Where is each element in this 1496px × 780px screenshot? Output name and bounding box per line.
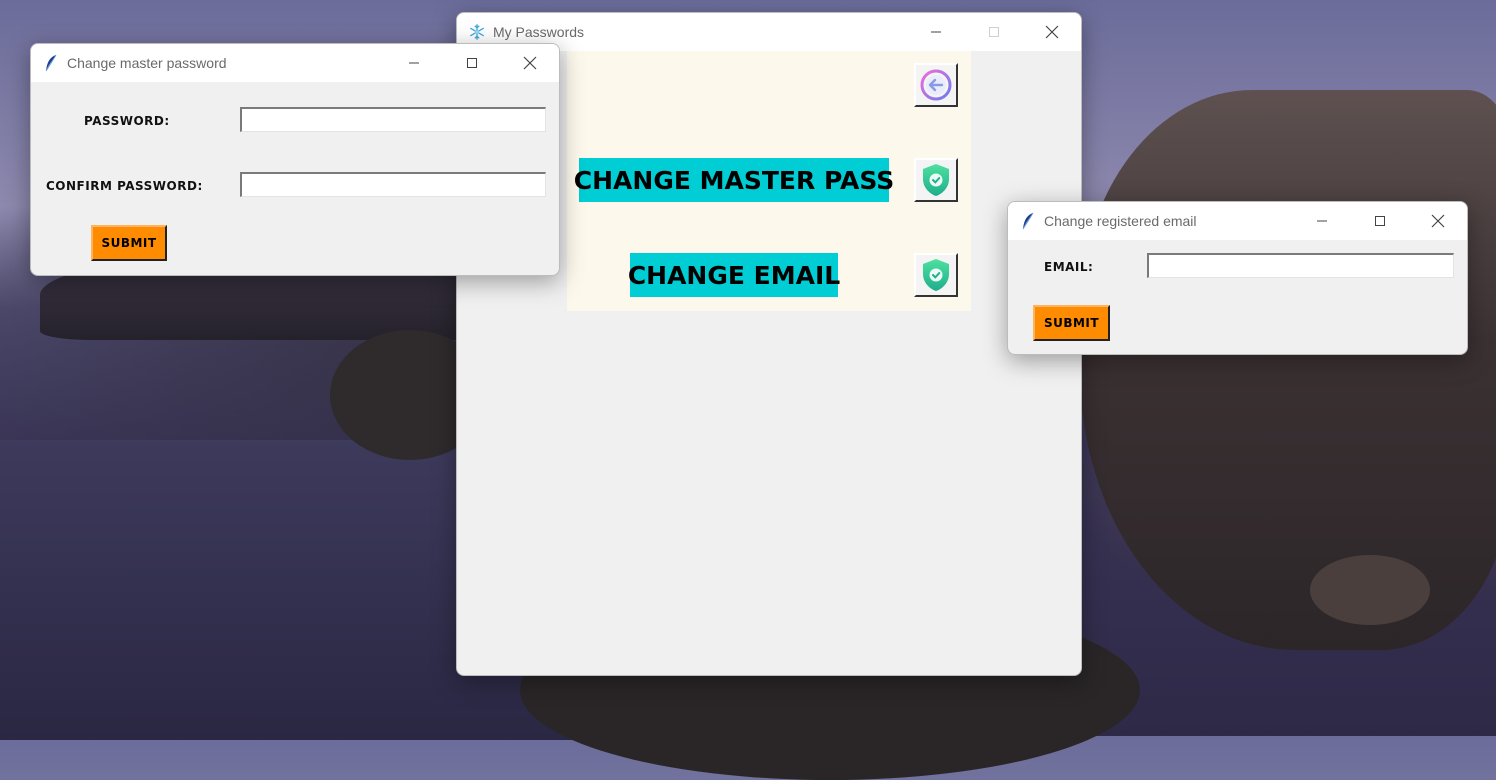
- back-button[interactable]: [914, 63, 958, 107]
- window-title: My Passwords: [493, 24, 585, 40]
- window-title: Change master password: [67, 55, 227, 71]
- minimize-button[interactable]: [1293, 202, 1351, 240]
- minimize-icon: [1317, 220, 1327, 222]
- feather-icon: [1020, 212, 1036, 230]
- submit-button[interactable]: SUBMIT: [1033, 305, 1110, 341]
- maximize-icon: [467, 58, 477, 68]
- maximize-button[interactable]: [965, 13, 1023, 51]
- email-label: EMAIL:: [1044, 260, 1094, 274]
- shield-check-icon: [923, 164, 949, 196]
- master-window-titlebar[interactable]: Change master password: [31, 44, 559, 82]
- wallpaper-rock: [1310, 555, 1430, 625]
- change-master-password-window: Change master password PASSWORD: CONFIRM…: [30, 43, 560, 276]
- close-button[interactable]: [1409, 202, 1467, 240]
- close-icon: [1045, 25, 1059, 39]
- email-window-titlebar[interactable]: Change registered email: [1008, 202, 1467, 240]
- wallpaper-cliff: [1080, 90, 1496, 650]
- minimize-button[interactable]: [385, 44, 443, 82]
- email-input[interactable]: [1147, 253, 1454, 278]
- confirm-password-label: CONFIRM PASSWORD:: [46, 179, 203, 193]
- minimize-button[interactable]: [907, 13, 965, 51]
- close-icon: [1431, 214, 1445, 228]
- maximize-icon: [1375, 216, 1385, 226]
- feather-icon: [43, 54, 59, 72]
- confirm-password-input[interactable]: [240, 172, 546, 197]
- minimize-icon: [409, 62, 419, 64]
- maximize-button[interactable]: [443, 44, 501, 82]
- change-master-pass-icon-button[interactable]: [914, 158, 958, 202]
- shield-check-icon: [923, 259, 949, 291]
- close-icon: [523, 56, 537, 70]
- maximize-button[interactable]: [1351, 202, 1409, 240]
- maximize-icon: [989, 27, 999, 37]
- submit-button[interactable]: SUBMIT: [91, 225, 167, 261]
- change-email-window: Change registered email EMAIL: SUBMIT: [1007, 201, 1468, 355]
- settings-panel: CHANGE MASTER PASS CHANGE EMAIL: [567, 51, 971, 311]
- change-email-button[interactable]: CHANGE EMAIL: [628, 253, 840, 297]
- back-arrow-icon: [920, 69, 952, 101]
- minimize-icon: [931, 31, 941, 33]
- change-master-pass-button[interactable]: CHANGE MASTER PASS: [574, 158, 894, 202]
- snowflake-icon: [469, 23, 485, 41]
- password-input[interactable]: [240, 107, 546, 132]
- window-title: Change registered email: [1044, 213, 1197, 229]
- password-label: PASSWORD:: [84, 114, 170, 128]
- change-email-icon-button[interactable]: [914, 253, 958, 297]
- close-button[interactable]: [501, 44, 559, 82]
- close-button[interactable]: [1023, 13, 1081, 51]
